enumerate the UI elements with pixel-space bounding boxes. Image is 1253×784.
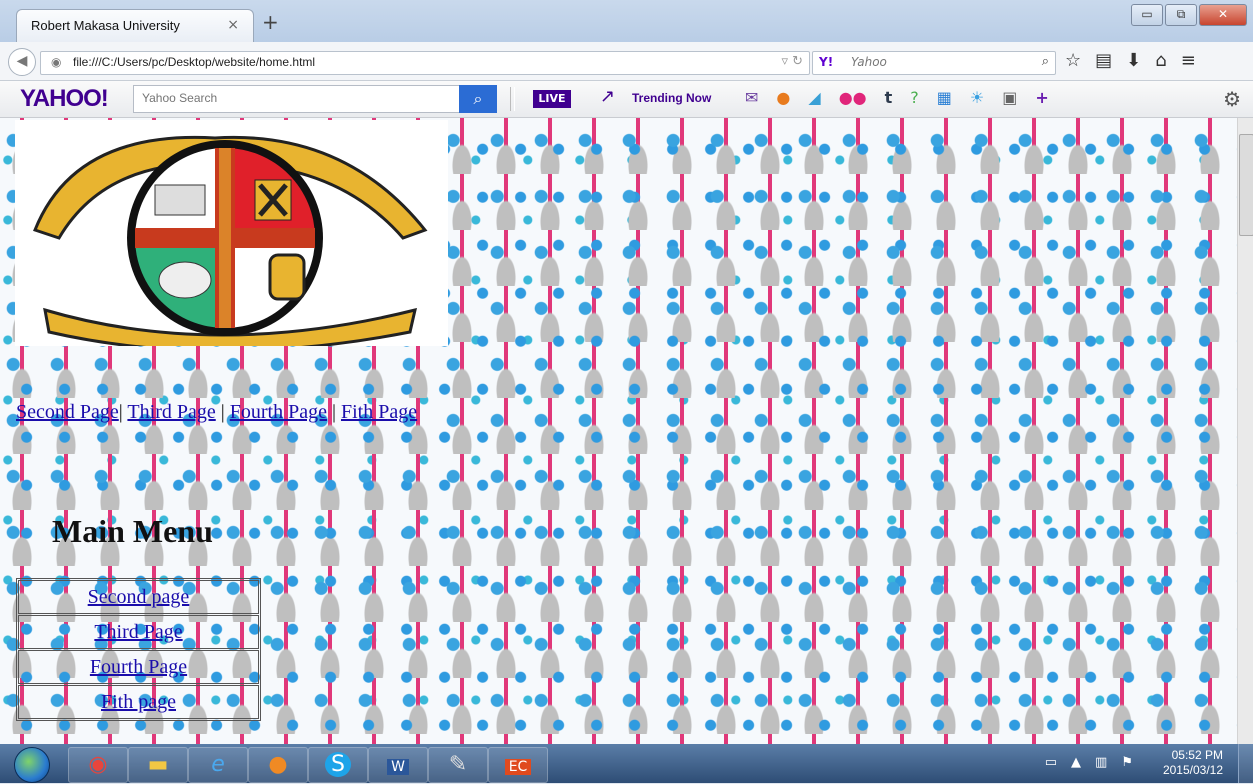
back-button[interactable]: ◀	[8, 48, 36, 76]
yahoo-toolbar: YAHOO! ⌕ LIVE ↗ Trending Now ✉ ● ◢ ●● t …	[0, 81, 1253, 118]
trending-now-link[interactable]: Trending Now	[632, 91, 711, 105]
menu-link-second-page[interactable]: Second page	[88, 586, 190, 608]
search-placeholder: Yahoo	[851, 55, 887, 69]
page-content: Second Page| Third Page | Fourth Page | …	[0, 118, 1237, 744]
action-center-icon[interactable]: ⚑	[1121, 755, 1133, 770]
reading-list-icon[interactable]: ▤	[1095, 50, 1112, 71]
clock-date: 2015/03/12	[1162, 763, 1223, 777]
internet-explorer-taskbar-icon[interactable]: e	[188, 747, 248, 783]
show-desktop-button[interactable]	[1238, 744, 1253, 783]
restore-button[interactable]: ⧉	[1165, 4, 1197, 26]
menu-icon[interactable]: ≡	[1181, 50, 1196, 71]
menu-link-third-page[interactable]: Third Page	[94, 621, 182, 643]
nav-separator: |	[118, 401, 123, 423]
search-icon: ⌕	[473, 89, 483, 108]
globe-icon: ◉	[51, 55, 62, 69]
browser-tab[interactable]: Robert Makasa University ×	[16, 9, 254, 43]
download-icon[interactable]: ⬇	[1126, 50, 1141, 71]
home-icon[interactable]: ⌂	[1155, 50, 1166, 71]
close-tab-icon[interactable]: ×	[227, 17, 239, 33]
nav-link-third-page[interactable]: Third Page	[127, 401, 215, 423]
menu-item: Fourth Page	[18, 650, 259, 684]
answers-icon[interactable]: ?	[910, 88, 919, 107]
browser-search-field[interactable]: Y! Yahoo ⌕	[812, 51, 1056, 75]
trending-icon[interactable]: ↗	[600, 86, 615, 107]
network-icon[interactable]: ▥	[1095, 755, 1107, 770]
file-explorer-taskbar-icon[interactable]: ▬	[128, 747, 188, 783]
toolbar-icons: ☆ ▤ ⬇ ⌂ ≡	[1065, 50, 1196, 71]
skype-taskbar-icon[interactable]: S	[308, 747, 368, 783]
windows-taskbar: ◉ ▬ e ● S W ✎ EC ▭ ▲ ▥ ⚑ 05:52 PM 2015/0…	[0, 744, 1253, 783]
title-bar: Robert Makasa University × + ▭ ⧉ ✕	[0, 0, 1253, 43]
window-controls: ▭ ⧉ ✕	[1131, 4, 1247, 26]
firefox-taskbar-icon[interactable]: ●	[248, 747, 308, 783]
menu-item: Second page	[18, 580, 259, 614]
main-menu-table: Second page Third Page Fourth Page Fith …	[16, 578, 261, 721]
menu-link-fith-page[interactable]: Fith page	[101, 691, 176, 713]
add-icon[interactable]: +	[1035, 88, 1048, 107]
scrollbar-thumb[interactable]	[1239, 134, 1253, 236]
settings-gear-icon[interactable]: ⚙	[1223, 87, 1241, 111]
search-icon[interactable]: ⌕	[1042, 54, 1049, 69]
top-nav-links: Second Page| Third Page | Fourth Page | …	[16, 401, 417, 424]
screen-recorder-taskbar-icon[interactable]: EC	[488, 747, 548, 783]
university-logo	[15, 120, 448, 353]
finance-icon[interactable]: ◢	[808, 88, 820, 107]
clock-time: 05:52 PM	[1171, 748, 1223, 762]
yahoo-search-button[interactable]: ⌕	[459, 85, 497, 113]
menu-item: Third Page	[18, 615, 259, 649]
bookmark-star-icon[interactable]: ☆	[1065, 50, 1081, 71]
tumblr-icon[interactable]: t	[885, 88, 893, 107]
new-tab-button[interactable]: +	[262, 10, 279, 34]
chrome-taskbar-icon[interactable]: ◉	[68, 747, 128, 783]
weather-icon[interactable]: ☀	[970, 88, 984, 107]
keyboard-icon[interactable]: ▭	[1045, 755, 1057, 770]
reload-icon[interactable]: ▿ ↻	[781, 54, 803, 69]
tab-title: Robert Makasa University	[31, 18, 180, 33]
nav-link-second-page[interactable]: Second Page	[16, 401, 119, 423]
mail-icon[interactable]: ✉	[745, 88, 758, 107]
divider	[510, 87, 515, 111]
news-icon[interactable]: ▦	[937, 88, 952, 107]
yahoo-search-box[interactable]	[133, 85, 461, 113]
minimize-button[interactable]: ▭	[1131, 4, 1163, 26]
yahoo-toolbar-icons: ✉ ● ◢ ●● t ? ▦ ☀ ▣ +	[745, 88, 1049, 107]
nav-link-fourth-page[interactable]: Fourth Page	[230, 401, 327, 423]
yahoo-search-input[interactable]	[134, 86, 450, 110]
word-taskbar-icon[interactable]: W	[368, 747, 428, 783]
flickr-icon[interactable]: ●●	[839, 88, 867, 107]
clock[interactable]: 05:52 PM 2015/03/12	[1163, 748, 1223, 778]
url-text: file:///C:/Users/pc/Desktop/website/home…	[73, 55, 316, 69]
start-button[interactable]	[14, 747, 50, 783]
address-bar[interactable]: ◉ file:///C:/Users/pc/Desktop/website/ho…	[40, 51, 810, 75]
live-button[interactable]: LIVE	[533, 90, 571, 108]
menu-item: Fith page	[18, 685, 259, 719]
vertical-scrollbar[interactable]	[1237, 118, 1253, 744]
system-tray-icons: ▭ ▲ ▥ ⚑	[1045, 755, 1133, 770]
sports-icon[interactable]: ●	[776, 88, 790, 107]
nav-link-fith-page[interactable]: Fith Page	[341, 401, 417, 423]
yahoo-logo[interactable]: YAHOO!	[20, 85, 109, 113]
main-menu-heading: Main Menu	[52, 513, 213, 549]
nav-separator: |	[331, 401, 336, 423]
dropdown-icon[interactable]: ▣	[1002, 88, 1017, 107]
menu-link-fourth-page[interactable]: Fourth Page	[90, 656, 187, 678]
close-window-button[interactable]: ✕	[1199, 4, 1247, 26]
notepad-taskbar-icon[interactable]: ✎	[428, 747, 488, 783]
yahoo-search-engine-icon[interactable]: Y!	[819, 55, 833, 69]
nav-separator: |	[220, 401, 225, 423]
show-hidden-icons-icon[interactable]: ▲	[1071, 755, 1081, 770]
navigation-bar: ◀ ◉ file:///C:/Users/pc/Desktop/website/…	[0, 42, 1253, 81]
